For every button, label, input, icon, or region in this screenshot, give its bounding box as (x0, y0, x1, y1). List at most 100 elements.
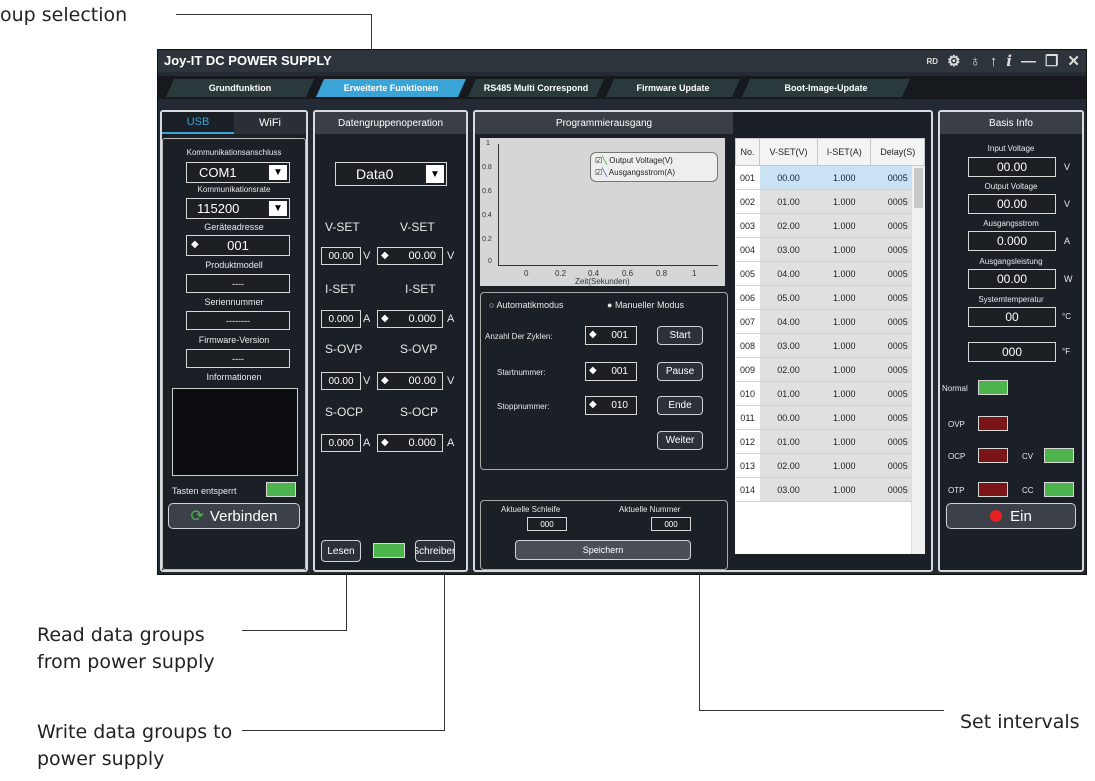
table-cell[interactable]: 00.00 (759, 165, 818, 190)
table-cell[interactable]: 001 (735, 165, 760, 190)
iset-value-1[interactable]: 0.000 (321, 310, 361, 328)
table-row[interactable]: 006 05.00 1.000 0005 (735, 285, 925, 310)
table-row[interactable]: 007 04.00 1.000 0005 (735, 309, 925, 334)
connect-button[interactable]: ⟳ Verbinden (168, 503, 300, 529)
tab-usb[interactable]: USB (162, 112, 234, 134)
table-cell[interactable]: 008 (735, 333, 760, 358)
vset-value-1[interactable]: 00.00 (321, 247, 361, 265)
address-stepper[interactable]: ◆ 001 (186, 235, 290, 256)
table-row[interactable]: 009 02.00 1.000 0005 (735, 357, 925, 382)
table-cell[interactable]: 003 (735, 213, 760, 238)
table-cell[interactable]: 002 (735, 189, 760, 214)
tab-erweiterte-funktionen[interactable]: Erweiterte Funktionen (316, 79, 466, 97)
rate-select[interactable]: 115200 ▼ (186, 198, 290, 219)
spinner-icon[interactable]: ◆ (589, 365, 597, 376)
minimize-icon[interactable]: — (1021, 53, 1036, 70)
table-cell[interactable]: 1.000 (817, 213, 871, 238)
table-cell[interactable]: 1.000 (817, 333, 871, 358)
table-cell[interactable]: 02.00 (759, 213, 818, 238)
table-cell[interactable]: 01.00 (759, 189, 818, 214)
table-row[interactable]: 004 03.00 1.000 0005 (735, 237, 925, 262)
table-cell[interactable]: 006 (735, 285, 760, 310)
spinner-icon[interactable]: ◆ (589, 329, 597, 340)
table-row[interactable]: 013 02.00 1.000 0005 (735, 453, 925, 478)
table-cell[interactable]: 009 (735, 357, 760, 382)
table-cell[interactable]: 1.000 (817, 405, 871, 430)
bulb-icon[interactable]: ♁ (970, 53, 981, 70)
table-cell[interactable]: 014 (735, 477, 760, 502)
table-row[interactable]: 002 01.00 1.000 0005 (735, 189, 925, 214)
table-cell[interactable]: 03.00 (759, 237, 818, 262)
cycles-stepper[interactable]: ◆ 001 (585, 326, 637, 345)
tab-rs485[interactable]: RS485 Multi Correspond (468, 79, 604, 97)
table-cell[interactable]: 00.00 (759, 405, 818, 430)
table-row[interactable]: 011 00.00 1.000 0005 (735, 405, 925, 430)
table-cell[interactable]: 1.000 (817, 285, 871, 310)
iset-stepper[interactable]: ◆ 0.000 (377, 310, 443, 328)
table-cell[interactable]: 05.00 (759, 285, 818, 310)
tab-grundfunktion[interactable]: Grundfunktion (166, 79, 314, 97)
legend-voltage[interactable]: ☑╲ Output Voltage(V) (595, 156, 673, 165)
vset-stepper[interactable]: ◆ 00.00 (377, 247, 443, 265)
end-button[interactable]: Ende (657, 396, 703, 415)
table-cell[interactable]: 1.000 (817, 477, 871, 502)
table-cell[interactable]: 1.000 (817, 165, 871, 190)
table-cell[interactable]: 03.00 (759, 333, 818, 358)
table-cell[interactable]: 04.00 (759, 309, 818, 334)
table-cell[interactable]: 1.000 (817, 357, 871, 382)
save-button[interactable]: Speichern (515, 540, 691, 560)
port-select[interactable]: COM1 ▼ (186, 162, 290, 183)
spinner-icon[interactable]: ◆ (589, 399, 597, 410)
start-number-stepper[interactable]: ◆ 001 (585, 362, 637, 381)
table-row[interactable]: 008 03.00 1.000 0005 (735, 333, 925, 358)
table-cell[interactable]: 004 (735, 237, 760, 262)
program-table[interactable]: No. V-SET(V) I-SET(A) Delay(S) 001 00.00 1… (735, 138, 925, 554)
sovp-value-1[interactable]: 00.00 (321, 372, 361, 390)
spinner-icon[interactable]: ◆ (381, 375, 389, 386)
legend-current[interactable]: ☑╲ Ausgangsstrom(A) (595, 168, 675, 177)
table-cell[interactable]: 04.00 (759, 261, 818, 286)
upload-icon[interactable]: ↑ (990, 53, 998, 70)
table-cell[interactable]: 1.000 (817, 189, 871, 214)
table-cell[interactable]: 1.000 (817, 261, 871, 286)
table-cell[interactable]: 02.00 (759, 453, 818, 478)
table-cell[interactable]: 1.000 (817, 453, 871, 478)
table-cell[interactable]: 010 (735, 381, 760, 406)
table-row[interactable]: 014 03.00 1.000 0005 (735, 477, 925, 502)
spinner-icon[interactable]: ◆ (381, 250, 389, 261)
tab-boot-image-update[interactable]: Boot-Image-Update (742, 79, 910, 97)
table-cell[interactable]: 01.00 (759, 429, 818, 454)
table-cell[interactable]: 01.00 (759, 381, 818, 406)
restore-icon[interactable]: ❐ (1045, 52, 1058, 70)
tab-firmware-update[interactable]: Firmware Update (606, 79, 740, 97)
table-cell[interactable]: 1.000 (817, 309, 871, 334)
pause-button[interactable]: Pause (657, 362, 703, 381)
stop-number-stepper[interactable]: ◆ 010 (585, 396, 637, 415)
table-cell[interactable]: 03.00 (759, 477, 818, 502)
table-row[interactable]: 003 02.00 1.000 0005 (735, 213, 925, 238)
table-row[interactable]: 001 00.00 1.000 0005 (735, 165, 925, 190)
table-cell[interactable]: 013 (735, 453, 760, 478)
table-cell[interactable]: 1.000 (817, 381, 871, 406)
table-cell[interactable]: 012 (735, 429, 760, 454)
spinner-icon[interactable]: ◆ (191, 239, 199, 250)
table-row[interactable]: 005 04.00 1.000 0005 (735, 261, 925, 286)
close-icon[interactable]: ✕ (1067, 52, 1080, 70)
socp-stepper[interactable]: ◆ 0.000 (377, 434, 443, 452)
table-cell[interactable]: 005 (735, 261, 760, 286)
power-on-button[interactable]: Ein (946, 503, 1076, 529)
next-button[interactable]: Weiter (657, 431, 703, 450)
table-cell[interactable]: 007 (735, 309, 760, 334)
gear-icon[interactable]: ⚙ (947, 52, 960, 70)
table-row[interactable]: 012 01.00 1.000 0005 (735, 429, 925, 454)
manual-mode-radio[interactable]: ● Manueller Modus (607, 300, 684, 310)
table-cell[interactable]: 011 (735, 405, 760, 430)
data-group-select[interactable]: Data0 ▼ (335, 162, 447, 186)
start-button[interactable]: Start (657, 326, 703, 345)
table-scrollbar[interactable] (911, 166, 925, 554)
table-row[interactable]: 010 01.00 1.000 0005 (735, 381, 925, 406)
auto-mode-radio[interactable]: ○ Automatikmodus (489, 300, 563, 310)
spinner-icon[interactable]: ◆ (381, 437, 389, 448)
table-cell[interactable]: 02.00 (759, 357, 818, 382)
table-cell[interactable]: 1.000 (817, 237, 871, 262)
